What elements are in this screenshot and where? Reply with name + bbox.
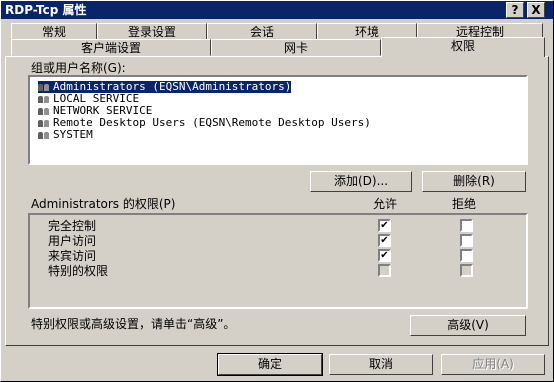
close-button[interactable]: X: [527, 2, 545, 18]
groups-listbox[interactable]: Administrators (EQSN\Administrators) LOC…: [28, 75, 528, 165]
title-bar: RDP-Tcp 属性 ? X: [1, 1, 553, 19]
user-group-icon: [38, 94, 52, 104]
permission-full-control: 完全控制: [48, 219, 97, 233]
permission-guest-access: 来宾访问: [48, 249, 97, 263]
deny-column-header: 拒绝: [452, 197, 477, 211]
user-group-icon: [38, 118, 52, 128]
add-button[interactable]: 添加(D)...: [310, 171, 412, 192]
cancel-button[interactable]: 取消: [329, 354, 433, 375]
allow-guest-access-checkbox[interactable]: ✔: [378, 249, 391, 262]
allow-user-access-checkbox[interactable]: ✔: [378, 234, 391, 247]
advanced-note: 特别权限或高级设置，请单击“高级”。: [31, 317, 236, 331]
tab-permissions[interactable]: 权限: [381, 37, 545, 57]
deny-guest-access-checkbox[interactable]: [460, 249, 473, 262]
properties-dialog: RDP-Tcp 属性 ? X 常规 登录设置 会话 环境 远程控制 客户端设置 …: [0, 0, 554, 382]
permissions-label: Administrators 的权限(P): [31, 197, 176, 211]
allow-column-header: 允许: [373, 197, 398, 211]
deny-special-checkbox: [460, 264, 473, 277]
deny-full-control-checkbox[interactable]: [460, 219, 473, 232]
user-group-icon: [38, 106, 52, 116]
allow-full-control-checkbox[interactable]: ✔: [378, 219, 391, 232]
help-button[interactable]: ?: [506, 2, 524, 18]
deny-user-access-checkbox[interactable]: [460, 234, 473, 247]
groups-label: 组或用户名称(G):: [31, 61, 126, 75]
advanced-button[interactable]: 高级(V): [410, 315, 526, 336]
tab-general[interactable]: 常规: [11, 23, 97, 40]
user-group-icon: [38, 130, 52, 140]
tab-logon-settings[interactable]: 登录设置: [97, 23, 207, 40]
window-title: RDP-Tcp 属性: [5, 3, 87, 17]
remove-button[interactable]: 删除(R): [422, 171, 526, 192]
permissions-list: 完全控制 用户访问 来宾访问 特别的权限 ✔ ✔ ✔: [28, 213, 528, 309]
allow-special-checkbox: [378, 264, 391, 277]
ok-button[interactable]: 确定: [217, 353, 323, 376]
apply-button[interactable]: 应用(A): [441, 354, 545, 375]
permission-user-access: 用户访问: [48, 234, 97, 248]
user-group-icon: [38, 82, 52, 92]
list-item[interactable]: SYSTEM: [38, 129, 93, 141]
tab-network-adapter[interactable]: 网卡: [211, 39, 381, 56]
permission-special: 特别的权限: [48, 264, 109, 278]
tab-sessions[interactable]: 会话: [207, 23, 317, 40]
tab-client-settings[interactable]: 客户端设置: [11, 39, 211, 56]
